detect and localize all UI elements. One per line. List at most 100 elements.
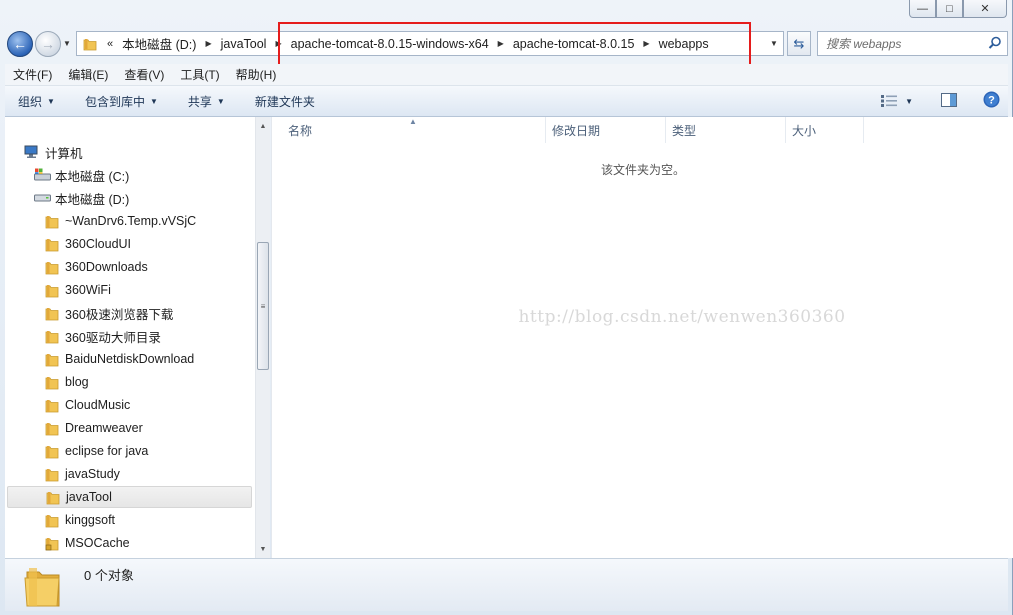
maximize-button[interactable]: □	[936, 0, 963, 18]
forward-button[interactable]: →	[35, 31, 61, 57]
tree-label: kinggsoft	[65, 513, 116, 527]
search-box[interactable]	[817, 31, 1008, 56]
folder-icon	[43, 305, 61, 321]
tree-label: Dreamweaver	[65, 421, 143, 435]
tree-item-drive-d[interactable]: 本地磁盘 (D:)	[33, 187, 129, 209]
menu-file[interactable]: 文件(F)	[5, 66, 60, 83]
folder-icon	[43, 236, 61, 252]
breadcrumb-tomcat[interactable]: apache-tomcat-8.0.15	[513, 37, 635, 51]
details-pane: 0 个对象	[5, 558, 1008, 611]
tree-item-folder[interactable]: 360Downloads	[43, 256, 148, 278]
folder-icon	[43, 443, 61, 459]
tree-label: 360极速浏览器下载	[65, 307, 174, 322]
address-bar[interactable]: « 本地磁盘 (D:) ▶ javaTool ▶ apache-tomcat-8…	[76, 31, 784, 56]
back-arrow-icon: ←	[13, 36, 27, 52]
close-icon: ✕	[980, 3, 990, 15]
chevron-down-icon: ▼	[905, 96, 913, 106]
chevron-down-icon: ▼	[149, 96, 158, 106]
breadcrumb-tomcat-x64[interactable]: apache-tomcat-8.0.15-windows-x64	[291, 37, 489, 51]
window-controls: — □ ✕	[909, 0, 1007, 18]
tree-item-drive-c[interactable]: 本地磁盘 (C:)	[33, 164, 129, 186]
back-button[interactable]: ←	[7, 31, 33, 57]
address-dropdown-button[interactable]: ▼	[765, 32, 783, 55]
search-input[interactable]	[826, 36, 991, 51]
scroll-up-button[interactable]: ▲	[256, 118, 270, 134]
tree-item-folder[interactable]: eclipse for java	[43, 440, 148, 462]
close-button[interactable]: ✕	[963, 0, 1007, 18]
tree-label: ~WanDrv6.Temp.vVSjC	[65, 214, 197, 228]
breadcrumb-drive-d[interactable]: 本地磁盘 (D:)	[122, 34, 196, 53]
breadcrumb-separator[interactable]: ▶	[489, 39, 513, 48]
organize-button[interactable]: 组织 ▼	[5, 93, 65, 110]
tree-item-folder[interactable]: 360驱动大师目录	[43, 325, 161, 347]
file-list-pane[interactable]: 名称 修改日期 类型 大小 ▲ 该文件夹为空。 http://blog.csdn…	[271, 117, 1013, 558]
folder-icon	[44, 489, 62, 505]
explorer-window: — □ ✕ ← → ▼ « 本地磁盘 (D:) ▶ javaTool ▶ apa…	[0, 0, 1013, 615]
tree-label: javaStudy	[65, 467, 120, 481]
breadcrumb-separator[interactable]: ▶	[196, 39, 220, 48]
tree-item-folder[interactable]: 360极速浏览器下载	[43, 302, 173, 324]
drive-icon	[33, 190, 51, 206]
tree-item-folder[interactable]: kinggsoft	[43, 509, 115, 531]
menu-tools[interactable]: 工具(T)	[172, 66, 227, 83]
help-icon: ?	[983, 91, 1000, 108]
locked-folder-icon	[43, 535, 61, 551]
tree-item-folder[interactable]: 360WiFi	[43, 279, 111, 301]
new-folder-button[interactable]: 新建文件夹	[235, 93, 325, 110]
column-header-date-modified[interactable]: 修改日期	[546, 117, 666, 143]
sort-ascending-icon: ▲	[409, 117, 417, 126]
tree-item-folder[interactable]: CloudMusic	[43, 394, 130, 416]
large-folder-icon	[23, 564, 63, 611]
refresh-button[interactable]: ⇆	[787, 31, 811, 56]
breadcrumb-separator[interactable]: ▶	[634, 39, 658, 48]
tree-item-folder[interactable]: javaTool	[7, 486, 252, 508]
folder-icon	[43, 351, 61, 367]
menu-edit[interactable]: 编辑(E)	[60, 66, 116, 83]
change-view-button[interactable]: ▼	[881, 95, 913, 107]
breadcrumb-webapps[interactable]: webapps	[659, 37, 709, 51]
preview-pane-button[interactable]	[941, 92, 957, 110]
object-count: 0 个对象	[84, 568, 134, 583]
column-header-type[interactable]: 类型	[666, 117, 786, 143]
scroll-thumb[interactable]: ≡	[257, 242, 269, 370]
breadcrumb-separator[interactable]: ▶	[266, 39, 290, 48]
tree-label: 本地磁盘 (D:)	[55, 192, 130, 207]
breadcrumb-javatool[interactable]: javaTool	[221, 37, 267, 51]
column-header-size[interactable]: 大小	[786, 117, 864, 143]
menu-view[interactable]: 查看(V)	[116, 66, 172, 83]
tree-item-folder[interactable]: BaiduNetdiskDownload	[43, 348, 194, 370]
tree-item-folder[interactable]: Dreamweaver	[43, 417, 143, 439]
navigation-row: ← → ▼ « 本地磁盘 (D:) ▶ javaTool ▶ apache-to…	[0, 28, 1013, 62]
tree-item-folder[interactable]: ~WanDrv6.Temp.vVSjC	[43, 210, 196, 232]
svg-text:?: ?	[988, 95, 995, 107]
navigation-scrollbar[interactable]: ▲ ≡ ▼	[255, 117, 270, 558]
folder-icon	[43, 259, 61, 275]
share-button[interactable]: 共享 ▼	[168, 93, 235, 110]
recent-pages-dropdown[interactable]: ▼	[63, 39, 71, 48]
refresh-icon: ⇆	[793, 35, 805, 51]
scroll-down-button[interactable]: ▼	[256, 541, 270, 557]
tree-label: eclipse for java	[65, 444, 149, 458]
view-controls: ▼ ?	[881, 91, 1000, 111]
tree-label: 360驱动大师目录	[65, 330, 161, 345]
folder-icon	[43, 512, 61, 528]
chevron-down-icon: ▼	[216, 96, 225, 106]
tree-item-folder[interactable]: 360CloudUI	[43, 233, 131, 255]
tree-item-computer[interactable]: 计算机	[23, 141, 83, 163]
forward-arrow-icon: →	[41, 36, 55, 52]
tree-label: CloudMusic	[65, 398, 131, 412]
breadcrumb-overflow[interactable]: «	[107, 38, 113, 50]
folder-icon	[79, 37, 101, 51]
tree-label: javaTool	[66, 490, 112, 504]
folder-icon	[43, 466, 61, 482]
tree-item-folder[interactable]: MSOCache	[43, 532, 130, 554]
tree-item-folder[interactable]: javaStudy	[43, 463, 120, 485]
minimize-button[interactable]: —	[909, 0, 936, 18]
search-icon[interactable]	[988, 36, 1002, 53]
tree-label: 360Downloads	[65, 260, 148, 274]
organize-label: 组织	[18, 94, 43, 109]
help-button[interactable]: ?	[983, 91, 1000, 111]
tree-item-folder[interactable]: blog	[43, 371, 89, 393]
include-in-library-button[interactable]: 包含到库中 ▼	[65, 93, 168, 110]
menu-help[interactable]: 帮助(H)	[228, 66, 285, 83]
